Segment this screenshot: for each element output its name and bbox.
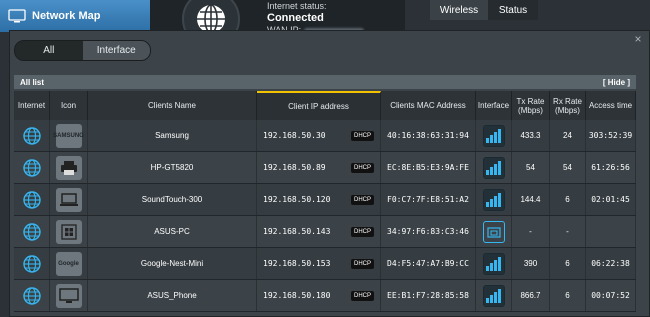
col-internet[interactable]: Internet bbox=[14, 91, 50, 120]
tx-rate: 433.3 bbox=[512, 120, 550, 151]
rx-rate: 6 bbox=[550, 280, 586, 311]
tx-rate: 54 bbox=[512, 152, 550, 183]
dhcp-badge: DHCP bbox=[350, 258, 374, 269]
internet-status-label: Internet status: bbox=[267, 1, 327, 11]
col-icon[interactable]: Icon bbox=[50, 91, 88, 120]
network-map-menu-item[interactable]: Network Map bbox=[0, 0, 150, 32]
tab-wireless[interactable]: Wireless bbox=[430, 0, 488, 20]
access-time: 00:07:52 bbox=[586, 280, 636, 311]
client-mac: F0:C7:7F:E8:51:A2 bbox=[381, 184, 476, 215]
internet-globe-icon[interactable] bbox=[14, 152, 50, 183]
rx-rate: 6 bbox=[550, 248, 586, 279]
wifi-signal-icon bbox=[476, 120, 512, 151]
tx-rate: 866.7 bbox=[512, 280, 550, 311]
access-time: 303:52:39 bbox=[586, 120, 636, 151]
network-map-icon bbox=[8, 9, 26, 23]
client-ip: 192.168.50.180 bbox=[263, 291, 331, 300]
filter-interface-button[interactable]: Interface bbox=[82, 41, 150, 60]
device-icon-text: Google bbox=[58, 260, 79, 267]
device-icon-text: SAMSUNG bbox=[53, 132, 84, 139]
client-mac: 34:97:F6:83:C3:46 bbox=[381, 216, 476, 247]
access-time bbox=[586, 216, 636, 247]
client-table-body: SAMSUNG Samsung 192.168.50.30 DHCP 40:16:38:… bbox=[14, 120, 636, 312]
filter-all-button[interactable]: All bbox=[15, 41, 83, 60]
rx-rate: 24 bbox=[550, 120, 586, 151]
client-ip: 192.168.50.30 bbox=[263, 131, 326, 140]
network-map-label: Network Map bbox=[32, 10, 101, 22]
table-row[interactable]: SAMSUNG Samsung 192.168.50.30 DHCP 40:16:38:… bbox=[14, 120, 636, 152]
col-access-time[interactable]: Access time bbox=[586, 91, 636, 120]
client-ip: 192.168.50.120 bbox=[263, 195, 331, 204]
col-client-mac[interactable]: Clients MAC Address bbox=[381, 91, 476, 120]
internet-globe-icon[interactable] bbox=[14, 216, 50, 247]
client-name[interactable]: Samsung bbox=[88, 120, 257, 151]
client-ip: 192.168.50.89 bbox=[263, 163, 326, 172]
table-row[interactable]: ASUS-PC 192.168.50.143 DHCP 34:97:F6:83:C3:… bbox=[14, 216, 636, 248]
list-title-bar: All list [ Hide ] bbox=[14, 75, 636, 89]
samsung-tv-icon[interactable]: SAMSUNG bbox=[53, 123, 84, 148]
internet-globe-icon[interactable] bbox=[14, 280, 50, 311]
windows-device-icon[interactable] bbox=[55, 219, 82, 244]
client-mac: D4:F5:47:A7:B9:CC bbox=[381, 248, 476, 279]
internet-status-value: Connected bbox=[267, 12, 324, 24]
col-client-name[interactable]: Clients Name bbox=[88, 91, 257, 120]
tx-rate: 144.4 bbox=[512, 184, 550, 215]
wifi-signal-icon bbox=[476, 280, 512, 311]
laptop-icon[interactable] bbox=[55, 187, 82, 212]
client-table-header: Internet Icon Clients Name Client IP add… bbox=[14, 91, 636, 120]
list-title: All list bbox=[20, 77, 45, 87]
col-client-ip[interactable]: Client IP address bbox=[257, 91, 381, 120]
internet-globe-icon[interactable] bbox=[14, 248, 50, 279]
hide-link[interactable]: [ Hide ] bbox=[603, 78, 630, 87]
client-ip: 192.168.50.143 bbox=[263, 227, 331, 236]
wifi-signal-icon bbox=[476, 248, 512, 279]
dhcp-badge: DHCP bbox=[350, 130, 374, 141]
monitor-icon[interactable] bbox=[55, 283, 82, 308]
rx-rate: 6 bbox=[550, 184, 586, 215]
table-row[interactable]: Google Google-Nest-Mini 192.168.50.153 DHCP… bbox=[14, 248, 636, 280]
google-icon[interactable]: Google bbox=[55, 251, 82, 276]
client-filter-toggle: All Interface bbox=[14, 40, 151, 61]
client-name[interactable]: ASUS_Phone bbox=[88, 280, 257, 311]
col-tx-rate[interactable]: Tx Rate (Mbps) bbox=[512, 91, 550, 120]
tx-rate: - bbox=[512, 216, 550, 247]
client-mac: 40:16:38:63:31:94 bbox=[381, 120, 476, 151]
access-time: 61:26:56 bbox=[586, 152, 636, 183]
tx-rate: 390 bbox=[512, 248, 550, 279]
printer-icon[interactable] bbox=[55, 155, 82, 180]
table-row[interactable]: HP-GT5820 192.168.50.89 DHCP EC:8E:B5:E3:9A… bbox=[14, 152, 636, 184]
client-name[interactable]: SoundTouch-300 bbox=[88, 184, 257, 215]
close-icon[interactable]: × bbox=[632, 33, 644, 45]
access-time: 02:01:45 bbox=[586, 184, 636, 215]
wifi-signal-icon bbox=[476, 184, 512, 215]
col-rx-rate[interactable]: Rx Rate (Mbps) bbox=[550, 91, 586, 120]
table-row[interactable]: ASUS_Phone 192.168.50.180 DHCP EE:B1:F7:28:… bbox=[14, 280, 636, 312]
client-name[interactable]: ASUS-PC bbox=[88, 216, 257, 247]
tab-status[interactable]: Status bbox=[488, 0, 538, 20]
internet-globe-icon[interactable] bbox=[14, 184, 50, 215]
dhcp-badge: DHCP bbox=[350, 162, 374, 173]
client-mac: EC:8E:B5:E3:9A:FE bbox=[381, 152, 476, 183]
client-name[interactable]: Google-Nest-Mini bbox=[88, 248, 257, 279]
dhcp-badge: DHCP bbox=[350, 226, 374, 237]
rx-rate: - bbox=[550, 216, 586, 247]
internet-globe-icon[interactable] bbox=[14, 120, 50, 151]
ethernet-icon bbox=[476, 216, 512, 247]
router-admin-screen: Network Map Internet status: Connected W… bbox=[0, 0, 650, 317]
client-mac: EE:B1:F7:28:85:58 bbox=[381, 280, 476, 311]
dhcp-badge: DHCP bbox=[350, 194, 374, 205]
wifi-signal-icon bbox=[476, 152, 512, 183]
col-interface[interactable]: Interface bbox=[476, 91, 512, 120]
client-ip: 192.168.50.153 bbox=[263, 259, 331, 268]
access-time: 06:22:38 bbox=[586, 248, 636, 279]
rx-rate: 54 bbox=[550, 152, 586, 183]
client-name[interactable]: HP-GT5820 bbox=[88, 152, 257, 183]
table-row[interactable]: SoundTouch-300 192.168.50.120 DHCP F0:C7:7F… bbox=[14, 184, 636, 216]
dhcp-badge: DHCP bbox=[350, 290, 374, 301]
